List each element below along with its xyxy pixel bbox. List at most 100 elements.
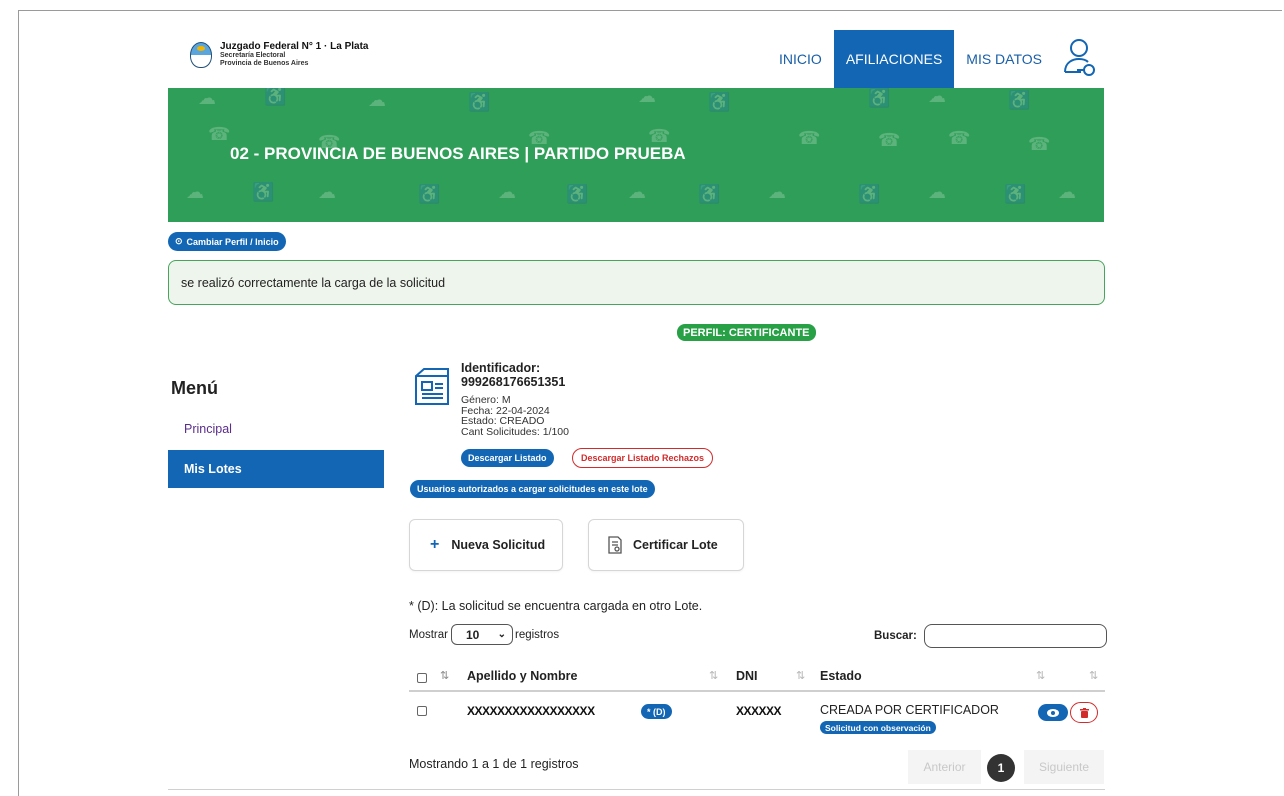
sidebar-item-principal[interactable]: Principal <box>168 410 384 448</box>
cloud-icon: ☁ <box>498 182 516 202</box>
plus-icon: + <box>430 536 440 553</box>
row-dni: XXXXXX <box>736 704 782 718</box>
user-key-icon[interactable] <box>1054 30 1104 88</box>
person-icon: ♿ <box>264 88 287 106</box>
sidebar-item-mis-lotes[interactable]: Mis Lotes <box>168 450 384 488</box>
row-name: XXXXXXXXXXXXXXXXX <box>467 704 595 718</box>
cloud-icon: ☁ <box>638 88 656 106</box>
current-page-button[interactable]: 1 <box>987 754 1015 782</box>
change-profile-button[interactable]: ⊙ Cambiar Perfil / Inicio <box>168 232 286 251</box>
next-page-button[interactable]: Siguiente <box>1024 750 1104 784</box>
person-icon: ♿ <box>468 92 491 112</box>
party-banner: ☁ ♿ ☁ ♿ ☁ ♿ ♿ ☁ ♿ ☎ ☎ ☎ ☎ ☎ ☎ ☎ ☎ ☁ ♿ ☁ … <box>168 88 1104 222</box>
column-dni[interactable]: DNI <box>736 669 758 683</box>
person-icon: ♿ <box>418 184 441 204</box>
page-length-control: Mostrar 10 ⌄ registros <box>409 624 559 645</box>
change-profile-label: Cambiar Perfil / Inicio <box>186 236 279 247</box>
brand-subtitle-1: Secretaría Electoral <box>220 52 286 59</box>
person-icon: ♿ <box>698 184 721 204</box>
cloud-icon: ☁ <box>368 90 386 110</box>
view-button[interactable] <box>1038 704 1068 721</box>
download-rejected-button[interactable]: Descargar Listado Rechazos <box>572 448 714 468</box>
sort-icon[interactable]: ⇅ <box>1036 669 1045 682</box>
top-header: Juzgado Federal N° 1 · La Plata Secretar… <box>168 30 1104 88</box>
phone-icon: ☎ <box>1028 134 1051 154</box>
certify-lot-label: Certificar Lote <box>633 538 718 552</box>
cloud-icon: ☁ <box>628 182 646 202</box>
lot-id-value: 999268176651351 <box>461 375 566 389</box>
eye-icon <box>1047 708 1059 717</box>
sort-asc-icon[interactable]: ⇅ <box>440 669 449 682</box>
brand[interactable]: Juzgado Federal N° 1 · La Plata Secretar… <box>190 42 368 68</box>
banner-title: 02 - PROVINCIA DE BUENOS AIRES | PARTIDO… <box>230 144 686 163</box>
table-info: Mostrando 1 a 1 de 1 registros <box>409 757 579 771</box>
row-estado: CREADA POR CERTIFICADOR <box>820 703 999 717</box>
download-list-button[interactable]: Descargar Listado <box>461 449 554 467</box>
cloud-icon: ☁ <box>928 88 946 106</box>
trash-icon <box>1079 707 1089 718</box>
duplicate-badge: * (D) <box>641 704 672 719</box>
phone-icon: ☎ <box>878 130 901 150</box>
menu-title: Menú <box>171 378 218 398</box>
page-length-value: 10 <box>465 627 480 642</box>
duplicate-note: * (D): La solicitud se encuentra cargada… <box>409 599 703 613</box>
authorized-users-button[interactable]: Usuarios autorizados a cargar solicitude… <box>410 480 655 498</box>
search-input[interactable] <box>923 624 1107 648</box>
bottom-divider <box>168 789 1105 790</box>
arrow-circle-icon: ⊙ <box>175 236 183 246</box>
sort-icon[interactable]: ⇅ <box>796 669 805 682</box>
new-request-button[interactable]: + Nueva Solicitud <box>409 519 563 571</box>
argentina-seal-icon <box>190 42 212 68</box>
sort-icon[interactable]: ⇅ <box>1089 669 1098 682</box>
table-header: ⇅ Apellido y Nombre ⇅ DNI ⇅ Estado ⇅ ⇅ <box>409 664 1105 692</box>
cloud-icon: ☁ <box>928 182 946 202</box>
search-label: Buscar: <box>874 630 917 642</box>
lot-id-label: Identificador: <box>461 361 541 375</box>
success-alert: se realizó correctamente la carga de la … <box>168 260 1105 305</box>
column-estado[interactable]: Estado <box>820 669 862 683</box>
nav-afiliaciones[interactable]: AFILIACIONES <box>833 30 955 88</box>
nav-mis-datos[interactable]: MIS DATOS <box>954 30 1054 88</box>
person-icon: ♿ <box>252 182 275 202</box>
main-nav: INICIO AFILIACIONES MIS DATOS <box>767 30 1104 88</box>
person-icon: ♿ <box>708 92 731 112</box>
cloud-icon: ☁ <box>318 182 336 202</box>
person-icon: ♿ <box>1008 90 1031 110</box>
cloud-icon: ☁ <box>186 182 204 202</box>
records-label: registros <box>514 628 560 641</box>
certify-lot-button[interactable]: Certificar Lote <box>588 519 744 571</box>
lot-document-icon <box>412 366 452 408</box>
person-icon: ♿ <box>858 184 881 204</box>
new-request-label: Nueva Solicitud <box>451 538 546 552</box>
cloud-icon: ☁ <box>768 182 786 202</box>
search-control: Buscar: <box>874 624 1107 648</box>
page-length-select[interactable]: 10 ⌄ <box>450 624 513 645</box>
observation-badge: Solicitud con observación <box>820 721 936 734</box>
select-all-checkbox[interactable] <box>417 673 427 683</box>
person-icon: ♿ <box>566 184 589 204</box>
lot-info: Identificador: 999268176651351 Género: M… <box>461 362 569 437</box>
brand-subtitle-2: Provincia de Buenos Aires <box>220 60 309 67</box>
phone-icon: ☎ <box>208 124 231 144</box>
cloud-icon: ☁ <box>198 88 216 108</box>
nav-inicio[interactable]: INICIO <box>767 30 834 88</box>
sort-icon[interactable]: ⇅ <box>709 669 718 682</box>
certificate-icon <box>607 536 623 554</box>
lot-estado: Estado: CREADO <box>461 415 545 427</box>
row-checkbox[interactable] <box>417 706 427 716</box>
phone-icon: ☎ <box>798 128 821 148</box>
prev-page-button[interactable]: Anterior <box>908 750 981 784</box>
lot-cant: Cant Solicitudes: 1/100 <box>461 425 569 438</box>
table-row: XXXXXXXXXXXXXXXXX * (D) XXXXXX CREADA PO… <box>409 693 1105 739</box>
person-icon: ♿ <box>868 88 891 108</box>
cloud-icon: ☁ <box>1058 182 1076 202</box>
show-label: Mostrar <box>409 628 448 641</box>
brand-title: Juzgado Federal N° 1 · La Plata <box>220 41 369 52</box>
person-icon: ♿ <box>1004 184 1027 204</box>
lot-genero: Género: M <box>461 394 511 406</box>
profile-badge: PERFIL: CERTIFICANTE <box>677 324 816 341</box>
phone-icon: ☎ <box>948 128 971 148</box>
delete-button[interactable] <box>1070 702 1098 723</box>
column-apellido-nombre[interactable]: Apellido y Nombre <box>467 669 577 683</box>
chevron-down-icon: ⌄ <box>497 629 506 640</box>
